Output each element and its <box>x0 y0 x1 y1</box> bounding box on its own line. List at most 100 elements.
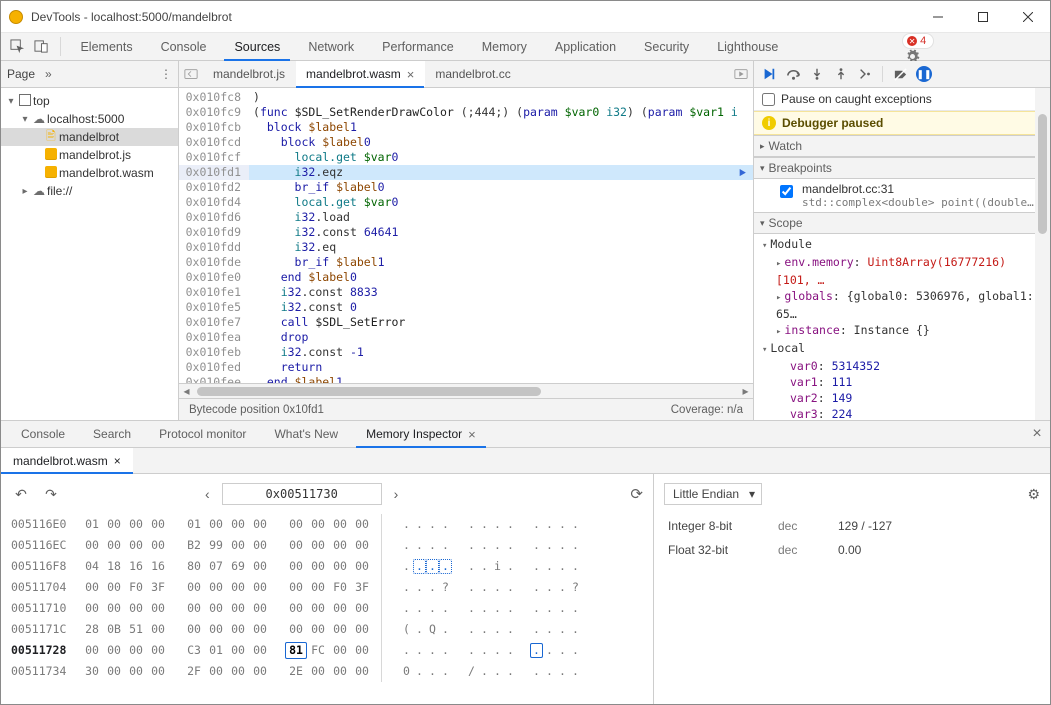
mi-history-fwd-icon[interactable]: ↷ <box>41 486 61 503</box>
tab-console[interactable]: Console <box>147 33 221 60</box>
navigator-menu-icon[interactable]: ⋮ <box>160 67 172 81</box>
mi-history-back-icon[interactable]: ↶ <box>11 486 31 503</box>
editor-nav-back-icon[interactable] <box>179 61 203 87</box>
scope-local-var[interactable]: var0: 5314352 <box>762 358 1042 374</box>
mi-hex-grid[interactable]: 005116E0010000000100000000000000.... ...… <box>1 514 653 682</box>
navigator-panel: Page » ⋮ ▾ top ▾☁ localhost:5000 🖹 mande… <box>1 61 179 420</box>
mi-address-input[interactable]: 0x00511730 <box>222 483 382 505</box>
tree-item-mandelbrot-wasm[interactable]: mandelbrot.wasm <box>1 164 178 182</box>
scope-local-var[interactable]: var2: 149 <box>762 390 1042 406</box>
tree-host[interactable]: ▾☁ localhost:5000 <box>1 110 178 128</box>
hex-row[interactable]: 0051172800000000C301000081FC0000.... ...… <box>11 640 643 661</box>
drawer-tab-search[interactable]: Search <box>79 421 145 447</box>
mi-file-tab[interactable]: mandelbrot.wasm × <box>1 448 133 473</box>
tree-item-mandelbrot-js[interactable]: mandelbrot.js <box>1 146 178 164</box>
close-tab-icon[interactable]: × <box>468 427 476 442</box>
tab-elements[interactable]: Elements <box>66 33 146 60</box>
error-count: 4 <box>920 35 926 47</box>
window-minimize-button[interactable] <box>915 1 960 33</box>
pause-on-caught-row[interactable]: Pause on caught exceptions <box>754 88 1050 111</box>
mi-refresh-icon[interactable]: ⟳ <box>630 485 643 503</box>
debugger-scrollbar[interactable] <box>1035 88 1050 420</box>
hex-row[interactable]: 005116E0010000000100000000000000.... ...… <box>11 514 643 535</box>
tab-security[interactable]: Security <box>630 33 703 60</box>
bytecode-position: Bytecode position 0x10fd1 <box>189 404 324 416</box>
drawer-tab-memory-inspector[interactable]: Memory Inspector × <box>352 421 490 447</box>
drawer-tab-whats-new[interactable]: What's New <box>260 421 352 447</box>
resume-button[interactable] <box>758 63 780 85</box>
tab-sources[interactable]: Sources <box>220 33 294 60</box>
step-over-button[interactable] <box>782 63 804 85</box>
debugger-sections: Pause on caught exceptions i Debugger pa… <box>754 88 1050 420</box>
hex-row[interactable]: 0051171C280B51000000000000000000(.Q. ...… <box>11 619 643 640</box>
navigator-more-icon[interactable]: » <box>45 67 52 81</box>
file-tab-mandelbrot-cc[interactable]: mandelbrot.cc <box>425 61 521 87</box>
hex-row[interactable]: 00511734300000002F0000002E0000000... /..… <box>11 661 643 682</box>
hex-row[interactable]: 005116F8041816168007690000000000.... ..i… <box>11 556 643 577</box>
code-editor[interactable]: 0x010fc80x010fc90x010fcb0x010fcd0x010fcf… <box>179 88 753 383</box>
section-breakpoints[interactable]: ▾Breakpoints <box>754 157 1050 179</box>
mi-settings-gear-icon[interactable]: ⚙ <box>1027 486 1040 503</box>
pause-on-caught-checkbox[interactable] <box>762 93 775 106</box>
file-icon: 🖹 <box>43 127 59 148</box>
scope-globals[interactable]: ▸globals: {global0: 5306976, global1: 65… <box>762 288 1042 322</box>
editor-run-snippet-icon[interactable] <box>729 61 753 87</box>
breakpoint-label: mandelbrot.cc:31 <box>802 182 1040 196</box>
pause-on-exceptions-button[interactable]: ❚❚ <box>913 63 935 85</box>
breakpoint-checkbox[interactable] <box>780 185 793 198</box>
drawer-close-icon[interactable]: × <box>1024 421 1050 447</box>
section-scope[interactable]: ▾Scope <box>754 212 1050 234</box>
step-button[interactable] <box>854 63 876 85</box>
mi-next-page-icon[interactable]: › <box>390 486 403 502</box>
drawer-tab-console[interactable]: Console <box>7 421 79 447</box>
code-body[interactable]: )(func $SDL_SetRenderDrawColor (;444;) (… <box>249 88 753 383</box>
device-toolbar-icon[interactable] <box>29 33 53 60</box>
window-close-button[interactable] <box>1005 1 1050 33</box>
error-count-pill[interactable]: ✕ 4 <box>902 33 934 49</box>
tab-memory[interactable]: Memory <box>468 33 541 60</box>
navigator-page-label[interactable]: Page <box>7 67 35 81</box>
tab-application[interactable]: Application <box>541 33 630 60</box>
scope-instance[interactable]: ▸instance: Instance {} <box>762 322 1042 340</box>
coverage-status: Coverage: n/a <box>671 404 743 416</box>
mi-value-row: Float 32-bitdec0.00 <box>668 538 1036 562</box>
window-maximize-button[interactable] <box>960 1 1005 33</box>
editor-status-bar: Bytecode position 0x10fd1 Coverage: n/a <box>179 398 753 420</box>
hex-row[interactable]: 00511710000000000000000000000000.... ...… <box>11 598 643 619</box>
scope-local-var[interactable]: var3: 224 <box>762 406 1042 420</box>
tree-item-mandelbrot[interactable]: 🖹 mandelbrot <box>1 128 178 146</box>
section-watch[interactable]: ▸Watch <box>754 135 1050 157</box>
folder-icon <box>45 166 57 178</box>
scope-local-var[interactable]: var1: 111 <box>762 374 1042 390</box>
tab-lighthouse[interactable]: Lighthouse <box>703 33 792 60</box>
mi-values: Integer 8-bitdec129 / -127Float 32-bitde… <box>654 514 1050 562</box>
close-tab-icon[interactable]: × <box>114 454 121 468</box>
mi-prev-page-icon[interactable]: ‹ <box>201 486 214 502</box>
close-tab-icon[interactable]: × <box>407 67 415 82</box>
inspect-element-icon[interactable] <box>5 33 29 60</box>
drawer-tab-protocol-monitor[interactable]: Protocol monitor <box>145 421 260 447</box>
tree-file-proto[interactable]: ▸☁ file:// <box>1 182 178 200</box>
scope-env-memory[interactable]: ▸env.memory: Uint8Array(16777216) [101, … <box>762 254 1042 288</box>
mi-toolbar: ↶ ↷ ‹ 0x00511730 › ⟳ <box>1 474 653 514</box>
cloud-icon: ☁ <box>31 112 47 126</box>
endianness-select[interactable]: Little Endian <box>664 483 762 505</box>
hex-row[interactable]: 005116EC00000000B299000000000000.... ...… <box>11 535 643 556</box>
breakpoint-subtext: std::complex<double> point((double)x … <box>802 196 1040 209</box>
hex-row[interactable]: 005117040000F03F000000000000F03F...? ...… <box>11 577 643 598</box>
step-into-button[interactable] <box>806 63 828 85</box>
tab-performance[interactable]: Performance <box>368 33 468 60</box>
step-out-button[interactable] <box>830 63 852 85</box>
window-titlebar: DevTools - localhost:5000/mandelbrot <box>1 1 1050 33</box>
debugger-paused-banner: i Debugger paused <box>754 111 1050 135</box>
devtools-logo-icon <box>9 10 23 24</box>
tab-network[interactable]: Network <box>294 33 368 60</box>
window-title: DevTools - localhost:5000/mandelbrot <box>31 10 232 24</box>
editor-tabs: mandelbrot.js mandelbrot.wasm × mandelbr… <box>179 61 753 88</box>
file-tab-mandelbrot-js[interactable]: mandelbrot.js <box>203 61 296 87</box>
editor-hscrollbar[interactable]: ◂▸ <box>179 383 753 398</box>
file-tab-mandelbrot-wasm[interactable]: mandelbrot.wasm × <box>296 61 425 87</box>
breakpoint-item[interactable]: mandelbrot.cc:31 std::complex<double> po… <box>754 179 1050 212</box>
deactivate-breakpoints-button[interactable] <box>889 63 911 85</box>
tree-top-frame[interactable]: ▾ top <box>1 92 178 110</box>
